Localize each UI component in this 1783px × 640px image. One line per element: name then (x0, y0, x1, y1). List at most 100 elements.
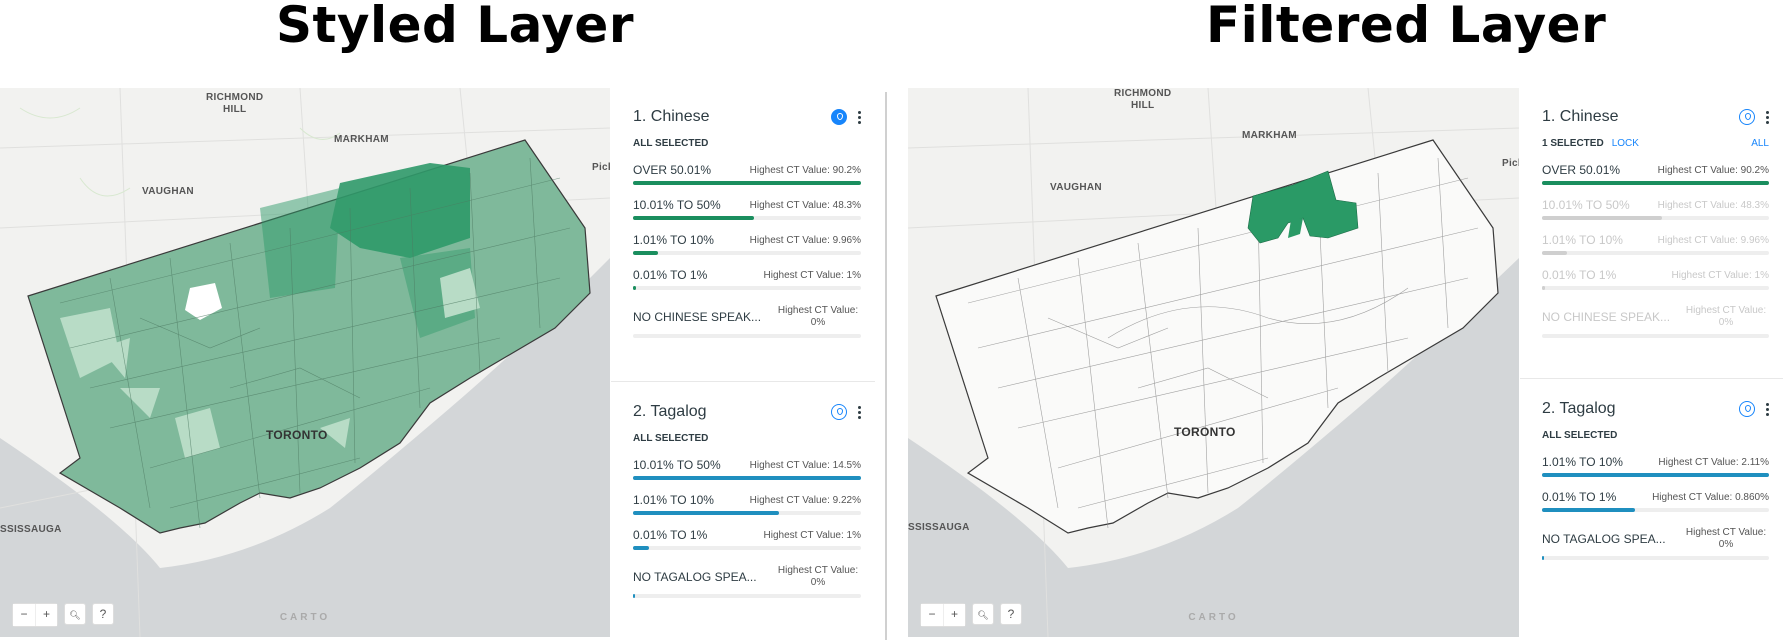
styled-layer-widget-panel: 1. Chinese ALL SELECTED OVER 50.01% Highe… (611, 88, 875, 637)
category-bar-track (1542, 181, 1769, 185)
category-list: 10.01% TO 50% Highest CT Value: 14.5% 1.01… (633, 457, 861, 600)
category-bar-fill (633, 181, 861, 185)
more-options-icon[interactable] (857, 405, 861, 419)
search-button[interactable]: 🔍︎ (972, 603, 994, 625)
category-name: 10.01% TO 50% (633, 458, 721, 472)
color-drop-icon[interactable] (1739, 401, 1755, 417)
category-bar-fill (633, 546, 649, 550)
category-value: Highest CT Value: 1% (763, 529, 861, 541)
carto-logo: CARTO (1188, 612, 1239, 623)
more-options-icon[interactable] (1765, 110, 1769, 124)
color-drop-icon[interactable] (831, 109, 847, 125)
category-list: OVER 50.01% Highest CT Value: 90.2% 10.01%… (633, 162, 861, 340)
category-bar-fill (633, 216, 754, 220)
widget-title: 1. Chinese (1542, 108, 1619, 125)
category-name: OVER 50.01% (633, 163, 712, 177)
map-canvas[interactable] (0, 88, 610, 637)
category-row[interactable]: 1.01% TO 10% Highest CT Value: 2.11% (1542, 454, 1769, 479)
category-row[interactable]: OVER 50.01% Highest CT Value: 90.2% (1542, 162, 1769, 187)
category-bar-fill (1542, 181, 1769, 185)
zoom-group: − + (920, 603, 966, 627)
styled-layer-map[interactable]: RICHMOND HILL MARKHAM VAUGHAN TORONTO SSI… (0, 88, 610, 637)
category-value: Highest CT Value: 1% (1671, 269, 1769, 281)
category-value: Highest CT Value: 90.2% (1657, 164, 1769, 176)
category-row[interactable]: 0.01% TO 1% Highest CT Value: 1% (633, 267, 861, 292)
category-bar-track (1542, 473, 1769, 477)
more-options-icon[interactable] (857, 110, 861, 124)
category-row[interactable]: 1.01% TO 10% Highest CT Value: 9.96% (633, 232, 861, 257)
zoom-in-button[interactable]: + (35, 604, 57, 626)
category-value: Highest CT Value: 0% (1685, 527, 1767, 550)
category-name: 0.01% TO 1% (633, 528, 708, 542)
map-controls: − + 🔍︎ ? (920, 603, 1022, 627)
category-value: Highest CT Value: 9.22% (749, 494, 861, 506)
category-bar-track (633, 546, 861, 550)
category-row[interactable]: 1.01% TO 10% Highest CT Value: 9.96% (1542, 232, 1769, 257)
search-icon: 🔍︎ (69, 610, 81, 620)
search-button[interactable]: 🔍︎ (64, 603, 86, 625)
category-row[interactable]: NO CHINESE SPEAK... Highest CT Value: 0% (633, 302, 861, 340)
category-value: Highest CT Value: 9.96% (1657, 234, 1769, 246)
category-name: OVER 50.01% (1542, 163, 1621, 177)
category-value: Highest CT Value: 48.3% (749, 199, 861, 211)
color-drop-icon[interactable] (1739, 109, 1755, 125)
category-row[interactable]: NO TAGALOG SPEA... Highest CT Value: 0% (633, 562, 861, 600)
selection-status: 1 SELECTED (1542, 138, 1604, 149)
category-row[interactable]: 0.01% TO 1% Highest CT Value: 1% (633, 527, 861, 552)
category-name: NO CHINESE SPEAK... (633, 310, 762, 324)
category-name: 0.01% TO 1% (1542, 490, 1617, 504)
place-richmond-hill: RICHMOND HILL (206, 92, 264, 115)
place-mississauga: SSISSAUGA (0, 524, 62, 535)
carto-logo: CARTO (279, 612, 331, 623)
place-markham: MARKHAM (334, 134, 389, 145)
category-bar-fill (633, 286, 636, 290)
category-value: Highest CT Value: 2.11% (1658, 456, 1769, 468)
category-row[interactable]: 0.01% TO 1% Highest CT Value: 1% (1542, 267, 1769, 292)
category-bar-track (1542, 556, 1769, 560)
category-list: OVER 50.01% Highest CT Value: 90.2% 10.01%… (1542, 162, 1769, 340)
category-bar-fill (1542, 251, 1567, 255)
zoom-out-button[interactable]: − (921, 604, 943, 626)
category-bar-fill (1542, 508, 1636, 512)
category-row[interactable]: NO TAGALOG SPEA... Highest CT Value: 0% (1542, 524, 1769, 562)
selection-status: ALL SELECTED (633, 138, 709, 149)
category-bar-track (633, 594, 861, 598)
widget-separator (611, 381, 875, 382)
color-drop-icon[interactable] (831, 404, 847, 420)
lock-button[interactable]: LOCK (1612, 138, 1639, 149)
selection-status: ALL SELECTED (1542, 430, 1618, 441)
category-row[interactable]: 10.01% TO 50% Highest CT Value: 48.3% (633, 197, 861, 222)
category-bar-fill (1542, 286, 1545, 290)
selection-status: ALL SELECTED (633, 433, 709, 444)
category-value: Highest CT Value: 14.5% (749, 459, 861, 471)
category-row[interactable]: NO CHINESE SPEAK... Highest CT Value: 0% (1542, 302, 1769, 340)
zoom-in-button[interactable]: + (943, 604, 965, 626)
category-value: Highest CT Value: 0% (777, 565, 859, 588)
category-bar-fill (633, 594, 636, 598)
category-bar-fill (633, 476, 861, 480)
help-button[interactable]: ? (92, 603, 114, 625)
place-toronto: TORONTO (1174, 425, 1236, 439)
category-row[interactable]: 1.01% TO 10% Highest CT Value: 9.22% (633, 492, 861, 517)
category-row[interactable]: 10.01% TO 50% Highest CT Value: 14.5% (633, 457, 861, 482)
category-name: 10.01% TO 50% (633, 198, 721, 212)
category-row[interactable]: 10.01% TO 50% Highest CT Value: 48.3% (1542, 197, 1769, 222)
place-toronto: TORONTO (266, 428, 328, 442)
category-name: 1.01% TO 10% (1542, 233, 1623, 247)
filtered-layer-map[interactable]: RICHMOND HILL MARKHAM VAUGHAN TORONTO SSI… (908, 88, 1519, 637)
category-bar-track (1542, 286, 1769, 290)
zoom-out-button[interactable]: − (13, 604, 35, 626)
category-row[interactable]: OVER 50.01% Highest CT Value: 90.2% (633, 162, 861, 187)
select-all-button[interactable]: ALL (1751, 138, 1769, 152)
widget-title: 1. Chinese (633, 108, 710, 125)
category-bar-track (633, 216, 861, 220)
category-list: 1.01% TO 10% Highest CT Value: 2.11% 0.01%… (1542, 454, 1769, 562)
panel-divider (885, 92, 887, 640)
search-icon: 🔍︎ (977, 610, 989, 620)
more-options-icon[interactable] (1765, 402, 1769, 416)
map-canvas[interactable] (908, 88, 1519, 637)
category-value: Highest CT Value: 48.3% (1657, 199, 1769, 211)
help-button[interactable]: ? (1000, 603, 1022, 625)
zoom-group: − + (12, 603, 58, 627)
category-row[interactable]: 0.01% TO 1% Highest CT Value: 0.860% (1542, 489, 1769, 514)
